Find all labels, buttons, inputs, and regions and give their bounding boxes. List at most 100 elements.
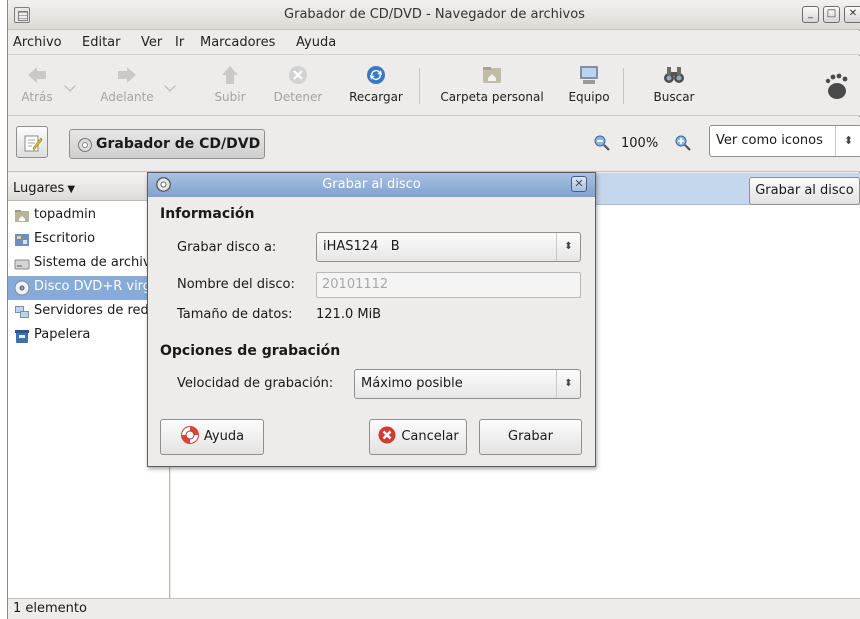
updown-arrows-icon: ⬍: [835, 126, 860, 156]
sidebar-header[interactable]: Lugares ▼: [8, 173, 170, 201]
minimize-button[interactable]: _: [802, 6, 819, 23]
sidebar-item-sistema-de-archivos[interactable]: Sistema de archivos: [8, 252, 170, 276]
folder-home-icon: [15, 210, 29, 222]
updown-arrows-icon: ⬍: [556, 233, 580, 261]
reload-icon: [367, 66, 385, 84]
zoom-level[interactable]: 100%: [621, 136, 658, 151]
section-information: Información: [160, 206, 255, 222]
zoom-in-icon[interactable]: [675, 135, 691, 151]
arrow-up-icon: [222, 66, 238, 84]
updown-arrows-icon: ⬍: [556, 370, 580, 398]
optical-disc-icon: [14, 280, 30, 296]
sidebar-item-papelera[interactable]: Papelera: [8, 324, 170, 348]
burn-dialog: Grabar al disco ✕ Información Grabar dis…: [147, 172, 596, 467]
dialog-close-button[interactable]: ✕: [571, 176, 587, 192]
reload-label: Recargar: [349, 90, 403, 104]
drive-icon: [14, 259, 30, 270]
help-button-label: Ayuda: [203, 429, 245, 444]
menu-ir[interactable]: Ir: [175, 35, 184, 50]
sidebar-header-label: Lugares: [13, 181, 65, 196]
sidebar-item-label: Escritorio: [34, 231, 96, 246]
network-icon: [15, 306, 29, 318]
stop-icon: [289, 66, 307, 84]
forward-button[interactable]: Adelante: [92, 56, 162, 116]
burn-to-disc-button[interactable]: Grabar al disco: [749, 177, 860, 205]
toolbar: Atrás Adelante Subir Detener Recargar Ca…: [8, 56, 860, 116]
help-button[interactable]: Ayuda: [160, 419, 264, 455]
burn-speed-value: Máximo posible: [361, 376, 463, 391]
places-sidebar: Lugares ▼ topadmin Escritorio Sistema de …: [8, 173, 170, 598]
disc-name-input[interactable]: 20101112: [316, 272, 581, 298]
toolbar-separator: [623, 68, 624, 104]
cd-icon: [78, 138, 92, 152]
edit-icon: [24, 135, 43, 152]
dialog-title-bar[interactable]: Grabar al disco ✕: [148, 173, 595, 197]
view-mode-value: Ver como iconos: [716, 133, 823, 148]
burn-drive-select[interactable]: iHAS124 B ⬍: [316, 232, 581, 262]
up-label: Subir: [214, 90, 246, 104]
menu-archivo[interactable]: Archivo: [13, 35, 62, 50]
sidebar-item-label: Papelera: [34, 327, 91, 342]
toggle-location-entry-button[interactable]: [16, 126, 48, 158]
up-button[interactable]: Subir: [200, 56, 260, 116]
view-mode-select[interactable]: Ver como iconos ⬍: [709, 125, 860, 157]
computer-label: Equipo: [568, 90, 610, 104]
sidebar-item-label: Sistema de archivos: [34, 255, 166, 270]
gnome-foot-icon: [825, 73, 848, 99]
back-label: Atrás: [21, 90, 53, 104]
burn-to-label: Grabar disco a:: [177, 240, 277, 255]
sidebar-item-label: Servidores de red: [34, 303, 149, 318]
menu-marcadores[interactable]: Marcadores: [200, 35, 275, 50]
binoculars-icon: [664, 67, 684, 83]
chevron-down-icon: ▼: [67, 184, 76, 195]
disc-name-label: Nombre del disco:: [177, 277, 295, 292]
path-button-cd-dvd[interactable]: Grabador de CD/DVD: [69, 129, 265, 159]
stop-label: Detener: [273, 90, 323, 104]
menu-bar: Archivo Editar Ver Ir Marcadores Ayuda: [8, 31, 860, 55]
path-button-label: Grabador de CD/DVD: [96, 136, 261, 152]
trash-icon: [15, 330, 29, 343]
cancel-button-label: Cancelar: [401, 429, 459, 444]
burn-drive-value: iHAS124 B: [323, 239, 400, 254]
sidebar-item-disco-dvd[interactable]: Disco DVD+R virgen: [8, 276, 170, 300]
computer-button[interactable]: Equipo: [561, 56, 617, 116]
data-size-value: 121.0 MiB: [316, 307, 382, 322]
zoom-out-icon[interactable]: [594, 135, 610, 151]
window-title: Grabador de CD/DVD - Navegador de archiv…: [284, 7, 585, 22]
forward-history-chevron-icon[interactable]: [164, 80, 176, 92]
section-burn-options: Opciones de grabación: [160, 343, 341, 359]
burn-button[interactable]: Grabar: [479, 419, 582, 455]
arrow-left-icon: [28, 67, 46, 83]
menu-ver[interactable]: Ver: [141, 35, 162, 50]
cancel-icon: [378, 426, 396, 444]
menu-ayuda[interactable]: Ayuda: [296, 35, 336, 50]
burn-speed-label: Velocidad de grabación:: [177, 376, 334, 391]
close-button[interactable]: ✕: [844, 6, 860, 23]
stop-button[interactable]: Detener: [267, 56, 329, 116]
computer-icon: [580, 66, 598, 84]
menu-editar[interactable]: Editar: [82, 35, 121, 50]
sidebar-item-escritorio[interactable]: Escritorio: [8, 228, 170, 252]
home-button[interactable]: Carpeta personal: [426, 56, 558, 116]
maximize-button[interactable]: □: [823, 6, 840, 23]
sidebar-item-label: topadmin: [34, 207, 97, 222]
title-bar[interactable]: Grabador de CD/DVD - Navegador de archiv…: [8, 0, 860, 30]
back-button[interactable]: Atrás: [12, 56, 62, 116]
back-history-chevron-icon[interactable]: [64, 80, 76, 92]
lifebuoy-icon: [180, 426, 199, 444]
sidebar-item-servidores-de-red[interactable]: Servidores de red: [8, 300, 170, 324]
cancel-button[interactable]: Cancelar: [369, 419, 467, 455]
search-button[interactable]: Buscar: [642, 56, 706, 116]
forward-label: Adelante: [100, 90, 154, 104]
reload-button[interactable]: Recargar: [339, 56, 413, 116]
burn-speed-select[interactable]: Máximo posible ⬍: [354, 369, 581, 399]
dialog-title: Grabar al disco: [322, 177, 421, 192]
sidebar-item-topadmin[interactable]: topadmin: [8, 204, 170, 228]
arrow-right-icon: [118, 67, 136, 83]
folder-home-icon: [483, 67, 501, 83]
cd-icon: [156, 177, 171, 192]
toolbar-separator: [419, 68, 420, 104]
search-label: Buscar: [653, 90, 695, 104]
desktop-icon: [15, 234, 29, 246]
data-size-label: Tamaño de datos:: [177, 307, 293, 322]
